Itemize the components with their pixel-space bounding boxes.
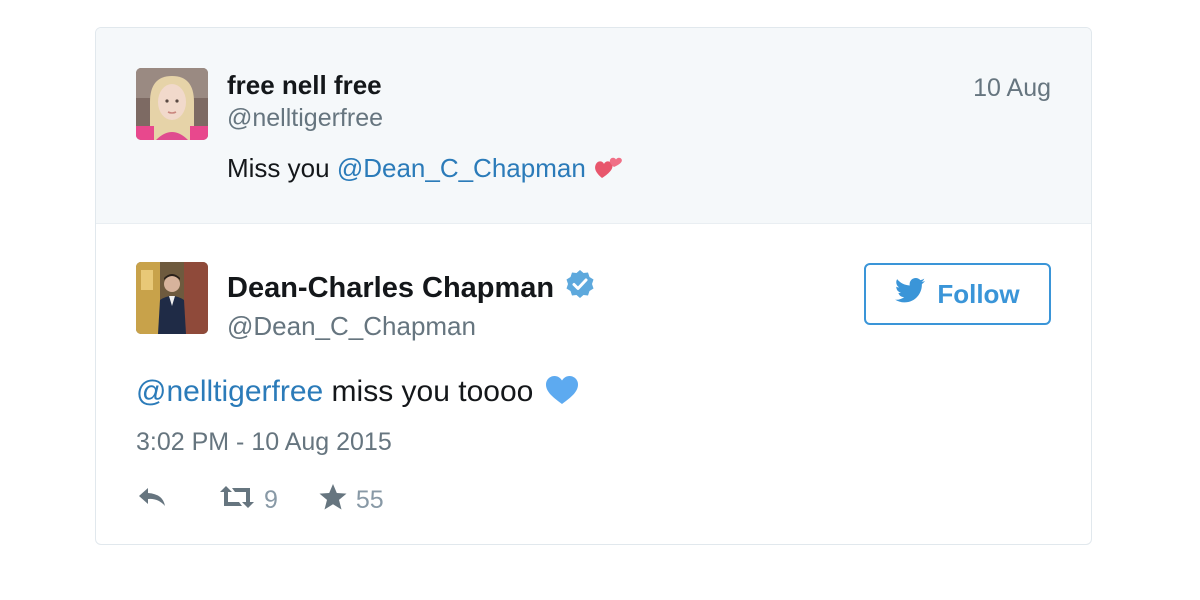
main-display-name[interactable]: Dean-Charles Chapman bbox=[227, 272, 554, 305]
profile-photo-icon bbox=[136, 262, 208, 334]
quoted-mention-link[interactable]: @Dean_C_Chapman bbox=[337, 153, 586, 183]
main-tweet-text: @nelltigerfree miss you toooo bbox=[136, 375, 579, 413]
quoted-avatar[interactable] bbox=[136, 68, 208, 140]
profile-photo-icon bbox=[136, 68, 208, 140]
reply-icon bbox=[136, 485, 168, 516]
follow-button-label: Follow bbox=[937, 278, 1020, 309]
retweet-button[interactable]: 9 bbox=[218, 484, 278, 517]
main-mention-link[interactable]: @nelltigerfree bbox=[136, 375, 323, 408]
twitter-bird-icon bbox=[895, 278, 926, 310]
tweet-embed-card: free nell free @nelltigerfree 10 Aug Mis… bbox=[95, 27, 1092, 545]
two-hearts-icon bbox=[594, 154, 624, 187]
follow-button[interactable]: Follow bbox=[864, 263, 1051, 325]
main-text-suffix: miss you toooo bbox=[323, 375, 534, 408]
reply-button[interactable] bbox=[136, 485, 168, 516]
quoted-display-name[interactable]: free nell free bbox=[227, 70, 382, 101]
star-icon bbox=[318, 483, 348, 518]
like-count: 55 bbox=[355, 486, 384, 514]
tweet-actions: 9 55 bbox=[136, 483, 384, 518]
quoted-handle[interactable]: @nelltigerfree bbox=[227, 104, 383, 133]
verified-badge-icon bbox=[564, 268, 596, 308]
retweet-count: 9 bbox=[264, 486, 278, 514]
quoted-tweet-text: Miss you @Dean_C_Chapman bbox=[227, 153, 624, 187]
main-handle[interactable]: @Dean_C_Chapman bbox=[227, 311, 476, 342]
retweet-icon bbox=[218, 484, 256, 517]
like-button[interactable]: 55 bbox=[318, 483, 384, 518]
tweet-timestamp[interactable]: 3:02 PM - 10 Aug 2015 bbox=[136, 428, 392, 457]
quoted-tweet[interactable]: free nell free @nelltigerfree 10 Aug Mis… bbox=[96, 28, 1091, 224]
quoted-date[interactable]: 10 Aug bbox=[973, 74, 1051, 103]
main-avatar[interactable] bbox=[136, 262, 208, 334]
blue-heart-icon bbox=[545, 375, 579, 413]
quoted-text-prefix: Miss you bbox=[227, 153, 337, 183]
main-display-name-row: Dean-Charles Chapman bbox=[227, 268, 596, 308]
